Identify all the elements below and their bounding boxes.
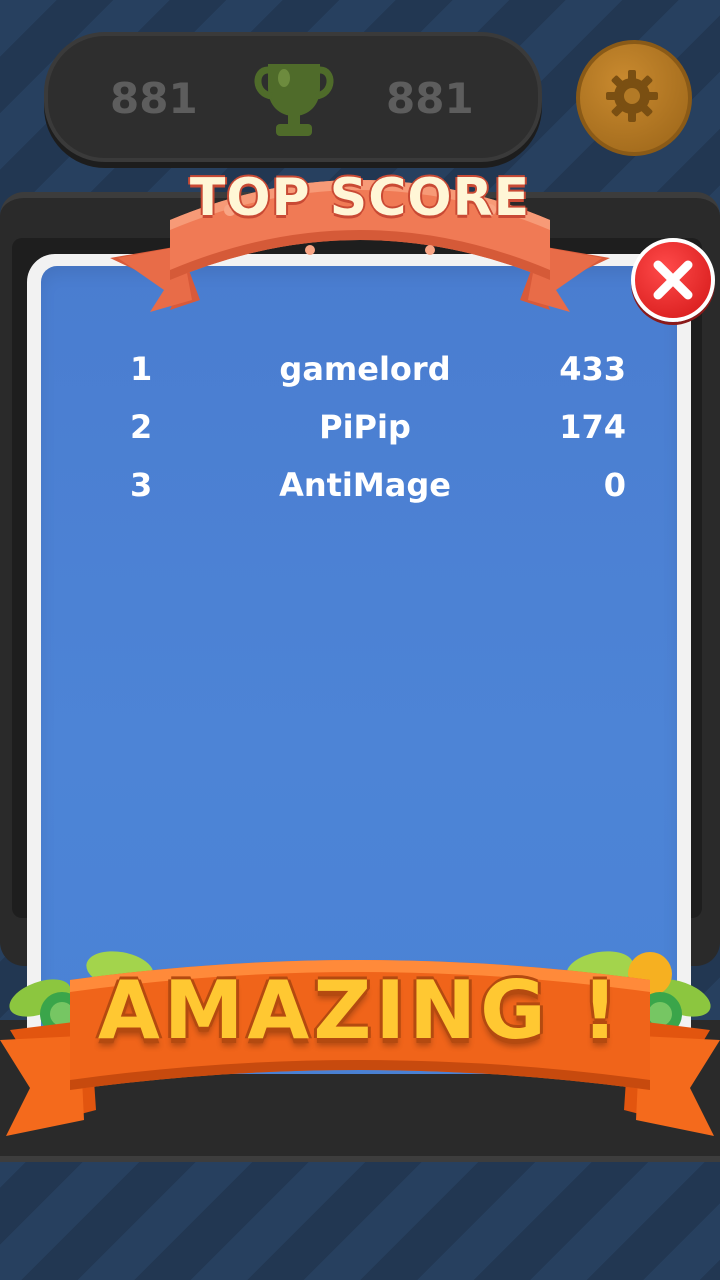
score-hud: 881 881	[44, 32, 542, 162]
player-name: AntiMage	[279, 466, 451, 504]
player-name: PiPip	[319, 408, 411, 446]
player-score: 0	[603, 466, 626, 504]
close-icon	[653, 260, 693, 300]
trophy-icon	[248, 58, 340, 142]
player-score: 174	[559, 408, 626, 446]
gear-icon	[606, 70, 658, 122]
close-button[interactable]	[631, 238, 715, 322]
top-score-title: TOP SCORE	[189, 168, 531, 228]
best-score: 881	[386, 74, 474, 123]
player-name: gamelord	[279, 350, 451, 388]
player-score: 433	[559, 350, 626, 388]
settings-button[interactable]	[576, 40, 692, 156]
score-row: 3 AntiMage 0	[100, 466, 630, 516]
score-row: 2 PiPip 174	[100, 408, 630, 458]
current-score: 881	[110, 74, 198, 123]
amazing-banner-text: AMAZING !	[97, 964, 623, 1057]
score-row: 1 gamelord 433	[100, 350, 630, 400]
